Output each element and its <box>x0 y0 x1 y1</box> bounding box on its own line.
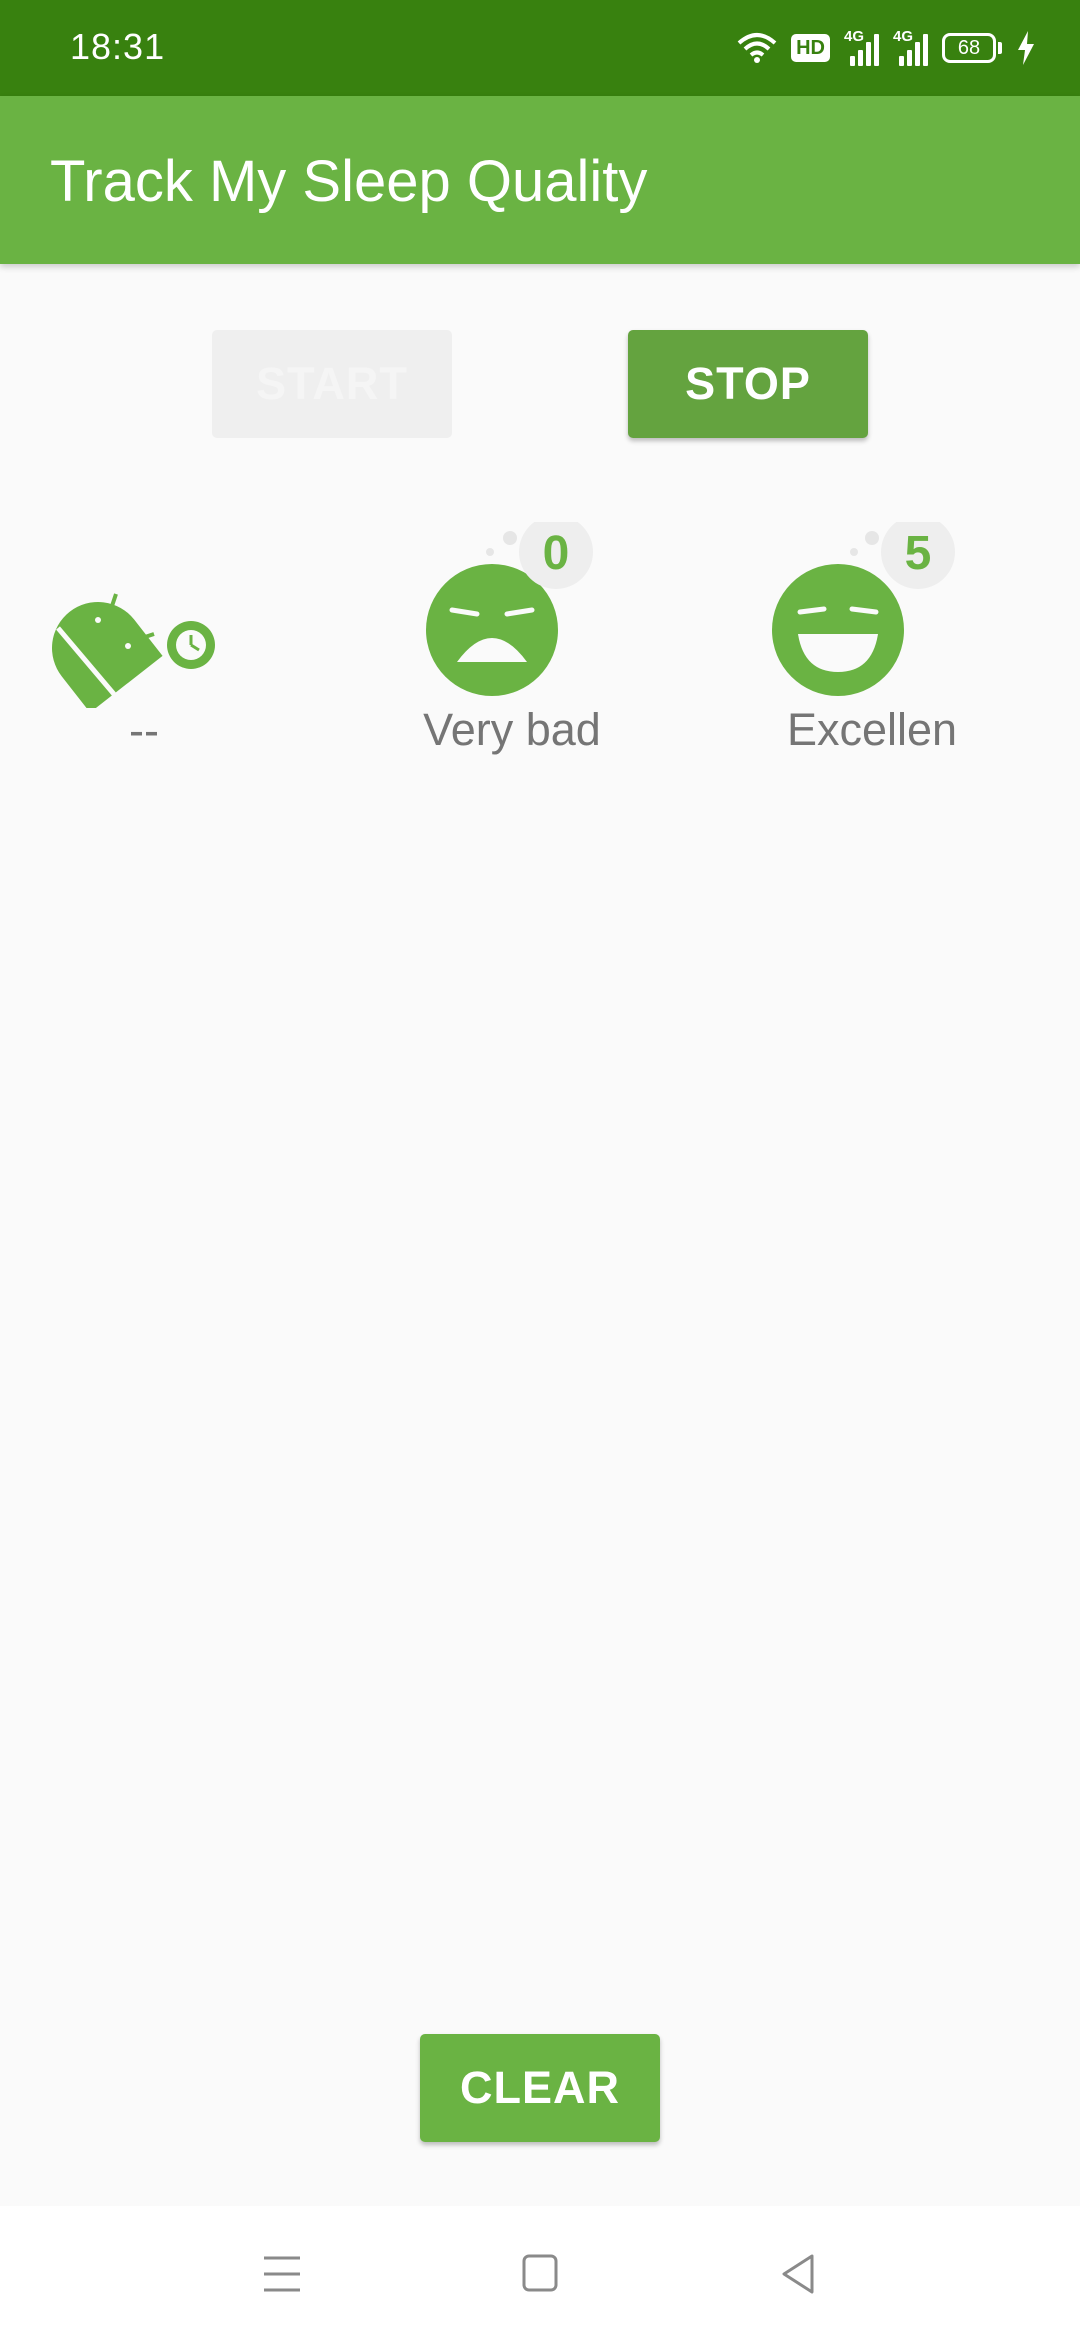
quality-score-badge: 0 <box>542 527 570 580</box>
network-type-label: 4G <box>844 28 865 45</box>
signal-icon: 4G <box>844 28 879 66</box>
battery-icon: 68 <box>942 33 1002 63</box>
navigation-bar <box>0 2206 1080 2340</box>
android-sleep-clock-icon <box>52 593 215 708</box>
battery-level: 68 <box>942 33 996 63</box>
sleep-quality-item[interactable]: 0 Very bad <box>412 522 632 772</box>
status-time: 18:31 <box>70 26 166 67</box>
quality-label: Excellen <box>786 704 958 755</box>
signal-icon: 4G <box>893 28 928 66</box>
charging-icon <box>1018 31 1034 65</box>
quality-label: Very bad <box>423 704 601 755</box>
wifi-icon <box>737 33 777 63</box>
stop-button[interactable]: STOP <box>628 330 868 438</box>
app-title: Track My Sleep Quality <box>50 149 648 214</box>
menu-icon[interactable] <box>262 2244 302 2304</box>
network-type-label: 4G <box>893 28 914 45</box>
app-bar: Track My Sleep Quality <box>0 96 1080 264</box>
start-button[interactable]: START <box>212 330 452 438</box>
quality-score-badge: 5 <box>904 527 932 580</box>
clock-icon <box>167 621 215 669</box>
clear-button[interactable]: CLEAR <box>420 2034 660 2142</box>
night-quality-value: -- <box>129 705 159 756</box>
home-icon[interactable] <box>520 2244 560 2304</box>
back-icon[interactable] <box>778 2244 818 2304</box>
status-icons: HD 4G 4G 68 <box>737 26 1036 70</box>
status-bar: 18:31 HD 4G 4G 68 <box>0 0 1080 96</box>
hd-icon: HD <box>791 34 830 62</box>
sleep-quality-item[interactable]: 5 Excellen <box>772 522 992 772</box>
